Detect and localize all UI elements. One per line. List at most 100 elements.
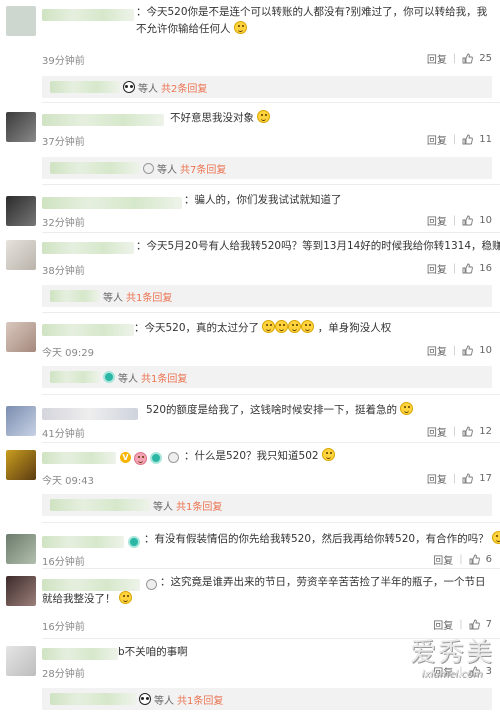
like-count: 16 — [479, 263, 492, 274]
reply-summary-prefix: 等人 — [138, 83, 158, 95]
view-replies-link[interactable]: 共1条回复 — [141, 370, 187, 385]
reply-button[interactable]: 回复 — [433, 617, 453, 632]
avatar[interactable] — [6, 322, 36, 352]
avatar[interactable] — [6, 576, 36, 606]
username-blurred[interactable] — [42, 408, 138, 420]
like-count: 10 — [479, 345, 492, 356]
comment-text-body: 不好意思我没对象 — [170, 112, 254, 124]
reply-summary-bar[interactable]: 等人 共2条回复 — [42, 76, 492, 98]
badge-icon — [150, 452, 162, 464]
comment-text: ：什么是520？我只知道502 — [184, 448, 335, 465]
reply-summary-bar[interactable]: 等人 共1条回复 — [42, 285, 492, 307]
username-blurred[interactable] — [42, 324, 134, 336]
reply-summary-prefix: 等人 — [157, 164, 177, 176]
comment-actions: 回复 | 25 — [426, 51, 492, 66]
reply-summary-bar[interactable]: 等人 共1条回复 — [42, 494, 492, 516]
thumb-up-icon[interactable] — [462, 215, 474, 226]
reply-button[interactable]: 回复 — [427, 343, 447, 358]
grin-emoji-icon — [233, 21, 247, 34]
reply-button[interactable]: 回复 — [427, 471, 447, 486]
avatar[interactable] — [6, 406, 36, 436]
comment-actions: 回复 | 10 — [426, 213, 492, 228]
divider — [42, 568, 500, 569]
thumb-up-icon[interactable] — [462, 473, 474, 484]
badge-icon — [143, 162, 154, 174]
like-count: 12 — [479, 426, 492, 437]
comment-item: ：今天520你是不是连个可以转账的人都没有?别难过了，你可以转给我，我不允许你输… — [0, 0, 500, 68]
thumb-up-icon[interactable] — [462, 345, 474, 356]
comment-item: ：有没有假装情侣的你先给我转520，然后我再给你转520，有合作的吗？ 16分钟… — [0, 524, 500, 568]
comment-text-body: ：什么是520？我只知道502 — [184, 450, 319, 462]
timestamp: 28分钟前 — [42, 669, 85, 680]
reply-summary-bar[interactable]: 等人 共7条回复 — [42, 157, 492, 179]
username-blurred[interactable] — [42, 9, 134, 21]
comment-text: ：有没有假装情侣的你先给我转520，然后我再给你转520，有合作的吗？ — [144, 531, 500, 548]
badge-icon — [168, 452, 179, 463]
comment-item: V ：什么是520？我只知道502 今天 09:43 回复 | 17 — [0, 444, 500, 490]
tears-emoji-icon — [491, 531, 500, 544]
divider — [42, 102, 500, 103]
reply-summary-prefix: 等人 — [103, 292, 123, 304]
replier-blurred — [50, 499, 150, 511]
avatar[interactable] — [6, 646, 36, 676]
comment-actions: 回复 | 11 — [426, 132, 492, 147]
timestamp: 41分钟前 — [42, 429, 85, 440]
comment-item: ：骗人的，你们发我试试就知道了 32分钟前 回复 | 10 — [0, 186, 500, 230]
replier-blurred — [50, 162, 140, 174]
comment-text-body: ：今天520，真的太过分了 — [134, 322, 260, 334]
reply-button[interactable]: 回复 — [427, 424, 447, 439]
username-blurred[interactable] — [42, 536, 124, 548]
avatar[interactable] — [6, 196, 36, 226]
replier-blurred — [50, 81, 120, 93]
comment-text-body: ：这究竟是谁弄出来的节日，劳资辛辛苦苦捡了半年的瓶子，一个节日就给我整没了！ — [42, 576, 486, 605]
comment-text: ：这究竟是谁弄出来的节日，劳资辛辛苦苦捡了半年的瓶子，一个节日就给我整没了！ — [42, 574, 494, 608]
badge-icon — [103, 371, 115, 383]
comment-item: 520的额度是给我了，这钱啥时候安排一下，挺着急的 41分钟前 回复 | 12 — [0, 396, 500, 442]
reply-summary-prefix: 等人 — [118, 373, 138, 385]
reply-summary-bar[interactable]: 等人 共1条回复 — [42, 366, 492, 388]
thumb-up-icon[interactable] — [462, 134, 474, 145]
timestamp: 38分钟前 — [42, 266, 85, 277]
reply-button[interactable]: 回复 — [427, 51, 447, 66]
thumb-up-icon[interactable] — [462, 263, 474, 274]
avatar[interactable] — [6, 240, 36, 270]
view-replies-link[interactable]: 共2条回复 — [161, 80, 207, 95]
view-replies-link[interactable]: 共1条回复 — [126, 289, 172, 304]
divider — [42, 522, 500, 523]
avatar[interactable] — [6, 450, 36, 480]
like-count: 7 — [485, 619, 492, 630]
panda-badge-icon — [123, 81, 135, 93]
comment-text: ：今天5月20号有人给我转520吗？等到13月14好的时候我给你转1314，稳赚 — [136, 240, 500, 252]
view-replies-link[interactable]: 共7条回复 — [180, 161, 226, 176]
username-blurred[interactable] — [42, 197, 182, 209]
avatar[interactable] — [6, 534, 36, 564]
thumb-up-icon[interactable] — [469, 619, 480, 630]
comment-text-tail: ，单身狗没人权 — [317, 322, 392, 334]
view-replies-link[interactable]: 共1条回复 — [177, 692, 223, 707]
replier-blurred — [50, 290, 100, 302]
reply-button[interactable]: 回复 — [427, 261, 447, 276]
reply-button[interactable]: 回复 — [433, 552, 453, 567]
username-blurred[interactable] — [42, 114, 164, 126]
username-blurred[interactable] — [42, 648, 118, 660]
thumb-up-icon[interactable] — [462, 426, 474, 437]
tears-emoji-icon — [321, 448, 335, 461]
thumb-up-icon[interactable] — [469, 554, 480, 565]
reply-summary-bar[interactable]: 等人 共1条回复 — [42, 688, 492, 710]
avatar[interactable] — [6, 112, 36, 142]
view-replies-link[interactable]: 共1条回复 — [176, 498, 222, 513]
reply-button[interactable]: 回复 — [427, 213, 447, 228]
verified-badge-icon: V — [120, 452, 131, 463]
divider — [42, 442, 500, 443]
reply-summary-prefix: 等人 — [154, 695, 174, 707]
thumb-up-icon[interactable] — [462, 53, 474, 64]
reply-button[interactable]: 回复 — [427, 132, 447, 147]
like-count: 25 — [479, 53, 492, 64]
comment-actions: 回复 | 12 — [426, 424, 492, 439]
replier-blurred — [50, 693, 136, 705]
comment-text: ：今天520你是不是连个可以转账的人都没有?别难过了，你可以转给我，我不允许你输… — [136, 6, 488, 35]
comment-actions: 回复 | 17 — [426, 471, 492, 486]
username-blurred[interactable] — [42, 242, 134, 254]
username-blurred[interactable] — [42, 452, 116, 464]
avatar[interactable] — [6, 6, 36, 36]
